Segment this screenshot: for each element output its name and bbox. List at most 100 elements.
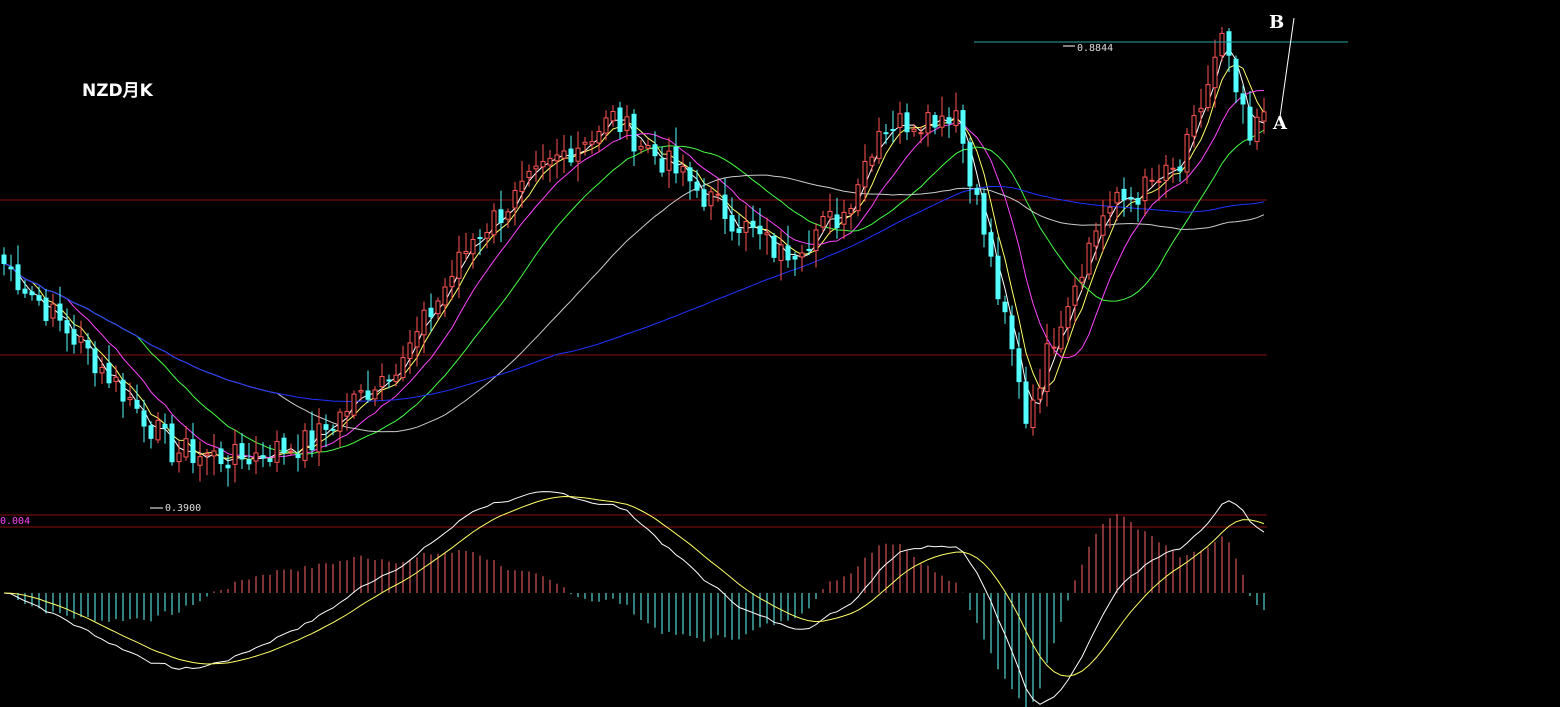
candle: [673, 127, 679, 184]
candle-body: [631, 113, 637, 152]
candle: [897, 101, 903, 144]
candle-body: [918, 132, 924, 135]
candle-body: [519, 180, 525, 193]
candle-body: [1226, 31, 1232, 56]
candle-body: [106, 362, 112, 384]
candle-body: [260, 455, 266, 459]
candle-body: [1163, 164, 1169, 181]
candle: [1261, 97, 1267, 134]
candle-body: [1100, 215, 1106, 236]
candle-body: [421, 309, 427, 336]
candle-body: [134, 399, 140, 409]
candle-body: [820, 216, 826, 228]
grid-lines: [0, 199, 1267, 528]
candle-body: [302, 430, 308, 461]
candle: [680, 154, 686, 187]
candle-body: [36, 295, 42, 301]
candle-body: [855, 184, 861, 212]
candle-body: [141, 410, 147, 427]
candle-body: [701, 189, 707, 207]
candle: [995, 237, 1001, 305]
candle: [645, 139, 651, 154]
candle-body: [1184, 133, 1190, 173]
candle-body: [1058, 326, 1064, 350]
candle: [1135, 191, 1141, 222]
candle-body: [323, 424, 329, 430]
candle: [533, 150, 539, 182]
candle-body: [435, 300, 441, 315]
candle-body: [652, 144, 658, 157]
candle-body: [1009, 315, 1015, 350]
candle: [939, 96, 945, 137]
candle-body: [946, 117, 952, 124]
candle: [1184, 128, 1190, 184]
candle: [218, 441, 224, 473]
candle-body: [155, 419, 161, 441]
candle-body: [1205, 84, 1211, 109]
candle: [15, 245, 21, 295]
candle-body: [911, 128, 917, 132]
candle: [435, 297, 441, 320]
candle-body: [197, 456, 203, 466]
low-price-label: 0.3900: [165, 503, 202, 514]
candle-body: [687, 167, 693, 182]
candle: [1226, 28, 1232, 73]
candle: [1247, 90, 1253, 146]
candle: [946, 107, 952, 138]
candle-body: [932, 115, 938, 128]
candle: [841, 199, 847, 240]
candle-body: [57, 303, 63, 321]
candle-body: [960, 110, 966, 144]
candle-body: [365, 390, 371, 400]
candle-body: [225, 464, 231, 469]
candle: [764, 217, 770, 255]
candle: [274, 430, 280, 473]
candle-body: [862, 160, 868, 188]
candle: [624, 105, 630, 140]
candle: [890, 110, 896, 143]
candle: [1051, 327, 1057, 354]
candle: [365, 370, 371, 403]
candle-body: [890, 129, 896, 132]
candle: [1002, 295, 1008, 324]
candle-body: [1233, 58, 1239, 93]
candle-body: [974, 187, 980, 195]
candle-body: [799, 252, 805, 258]
candle: [652, 131, 658, 165]
candle-body: [1240, 93, 1246, 105]
candle: [589, 130, 595, 155]
candle-body: [1051, 346, 1057, 349]
overlay-lines: [150, 17, 1348, 509]
candle-body: [1030, 399, 1036, 429]
candle-body: [253, 452, 259, 462]
candle-body: [78, 336, 84, 343]
candle-body: [1121, 188, 1127, 201]
candle-body: [533, 165, 539, 170]
candle-body: [834, 214, 840, 228]
candle-body: [463, 250, 469, 255]
candle: [400, 345, 406, 382]
candle-body: [757, 225, 763, 235]
candle-body: [708, 191, 714, 207]
candle: [1254, 108, 1260, 150]
candle-body: [428, 307, 434, 318]
candle-body: [267, 458, 273, 463]
candle: [505, 208, 511, 228]
candle: [869, 153, 875, 173]
candle-body: [1107, 206, 1113, 214]
candle: [106, 345, 112, 389]
candle-body: [1086, 242, 1092, 275]
candle-body: [694, 181, 700, 191]
candle-body: [673, 146, 679, 174]
high-price-label: 0.8844: [1077, 43, 1114, 54]
candle: [603, 110, 609, 141]
candle-body: [1198, 107, 1204, 113]
candle-body: [743, 220, 749, 233]
candle-body: [92, 348, 98, 374]
candle-body: [547, 157, 553, 166]
candle: [281, 433, 287, 465]
candle-body: [337, 411, 343, 432]
candle: [967, 137, 973, 204]
candle-body: [351, 393, 357, 416]
candle-body: [505, 211, 511, 220]
